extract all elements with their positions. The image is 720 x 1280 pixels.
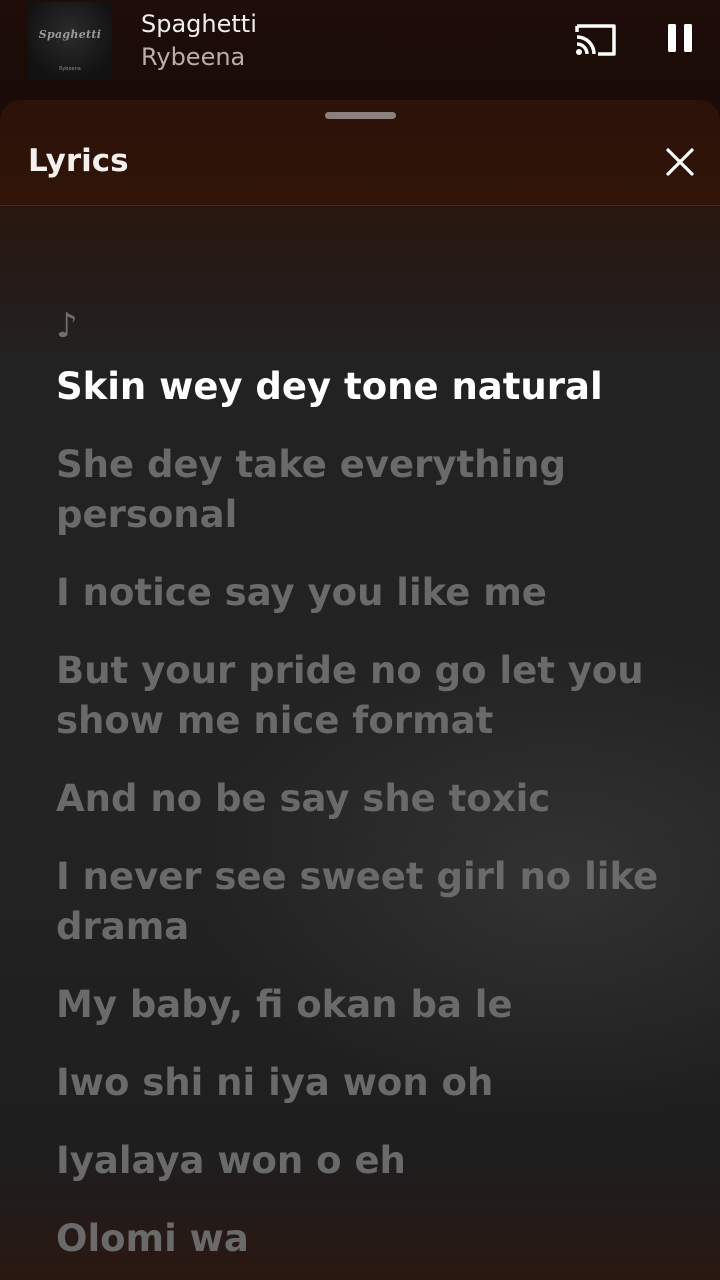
close-button[interactable]	[660, 142, 700, 182]
lyrics-list[interactable]: ♪ Skin wey dey tone natural She dey take…	[56, 302, 676, 1280]
album-art[interactable]: Spaghetti Rybeena	[28, 2, 112, 80]
cast-icon	[575, 24, 616, 56]
lyric-line[interactable]: And no be say she toxic	[56, 774, 676, 824]
track-artist: Rybeena	[141, 43, 246, 71]
lyric-line[interactable]: I notice say you like me	[56, 568, 676, 618]
lyric-line[interactable]: She dey take everything personal	[56, 440, 676, 540]
lyric-line[interactable]: Iwo shi ni iya won oh	[56, 1058, 676, 1108]
lyric-line[interactable]: Olomi wa	[56, 1214, 676, 1264]
music-note-icon: ♪	[56, 306, 78, 346]
lyrics-title: Lyrics	[28, 143, 129, 179]
drag-handle[interactable]	[325, 112, 396, 119]
lyric-line[interactable]: Iyalaya won o eh	[56, 1136, 676, 1186]
lyric-line[interactable]: But your pride no go let you show me nic…	[56, 646, 676, 746]
album-art-title: Spaghetti	[38, 28, 102, 41]
lyrics-sheet: Lyrics ♪ Skin wey dey tone natural She d…	[0, 100, 720, 1280]
close-icon	[666, 148, 694, 176]
lyrics-sheet-header: Lyrics	[0, 100, 720, 206]
lyric-line-active[interactable]: Skin wey dey tone natural	[56, 362, 676, 412]
pause-button[interactable]	[660, 16, 700, 60]
cast-button[interactable]	[574, 20, 618, 60]
mini-player[interactable]: Spaghetti Rybeena Spaghetti Rybeena	[0, 0, 720, 100]
lyric-line[interactable]: I never see sweet girl no like drama	[56, 852, 676, 952]
track-title: Spaghetti	[141, 10, 257, 38]
album-art-artist: Rybeena	[59, 66, 81, 72]
lyric-line[interactable]: My baby, fi okan ba le	[56, 980, 676, 1030]
pause-icon	[668, 24, 692, 52]
screen: Spaghetti Rybeena Spaghetti Rybeena Lyri…	[0, 0, 720, 1280]
